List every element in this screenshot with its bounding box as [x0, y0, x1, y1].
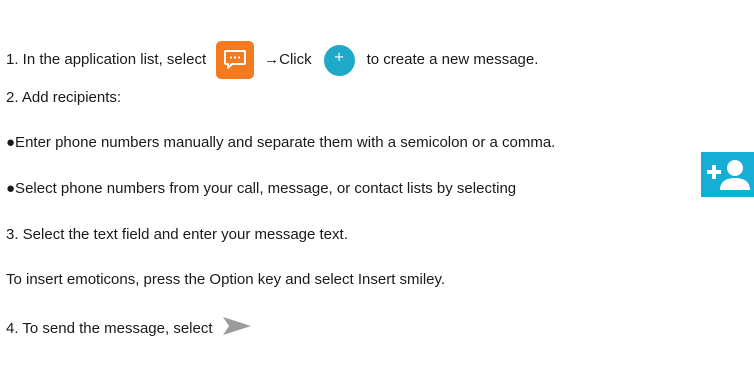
add-contact-icon [701, 152, 754, 197]
bullet-manual-text: ●Enter phone numbers manually and separa… [6, 134, 556, 151]
bullet-select-text: ●Select phone numbers from your call, me… [6, 180, 517, 197]
bullet-manual-line: ●Enter phone numbers manually and separa… [6, 133, 555, 153]
step-3-text: 3. Select the text field and enter your … [6, 226, 348, 243]
step-2-text: 2. Add recipients: [6, 89, 122, 106]
messaging-app-icon [216, 41, 255, 79]
step-3-line: 3. Select the text field and enter your … [6, 225, 348, 245]
step-1-line: 1. In the application list, select →Clic… [6, 41, 538, 79]
step-1-suffix: to create a new message. [366, 51, 539, 68]
bullet-select-line: ●Select phone numbers from your call, me… [6, 179, 516, 199]
plus-icon: + [323, 44, 355, 76]
step-2-line: 2. Add recipients: [6, 88, 121, 108]
step-4-line: 4. To send the message, select [6, 315, 253, 343]
send-icon [221, 315, 253, 343]
emoticons-text: To insert emoticons, press the Option ke… [6, 271, 446, 288]
emoticons-line: To insert emoticons, press the Option ke… [6, 270, 445, 290]
step-4-text: 4. To send the message, select [6, 320, 213, 337]
step-1-arrow-click: →Click [264, 51, 312, 68]
step-1-prefix: 1. In the application list, select [6, 51, 207, 68]
